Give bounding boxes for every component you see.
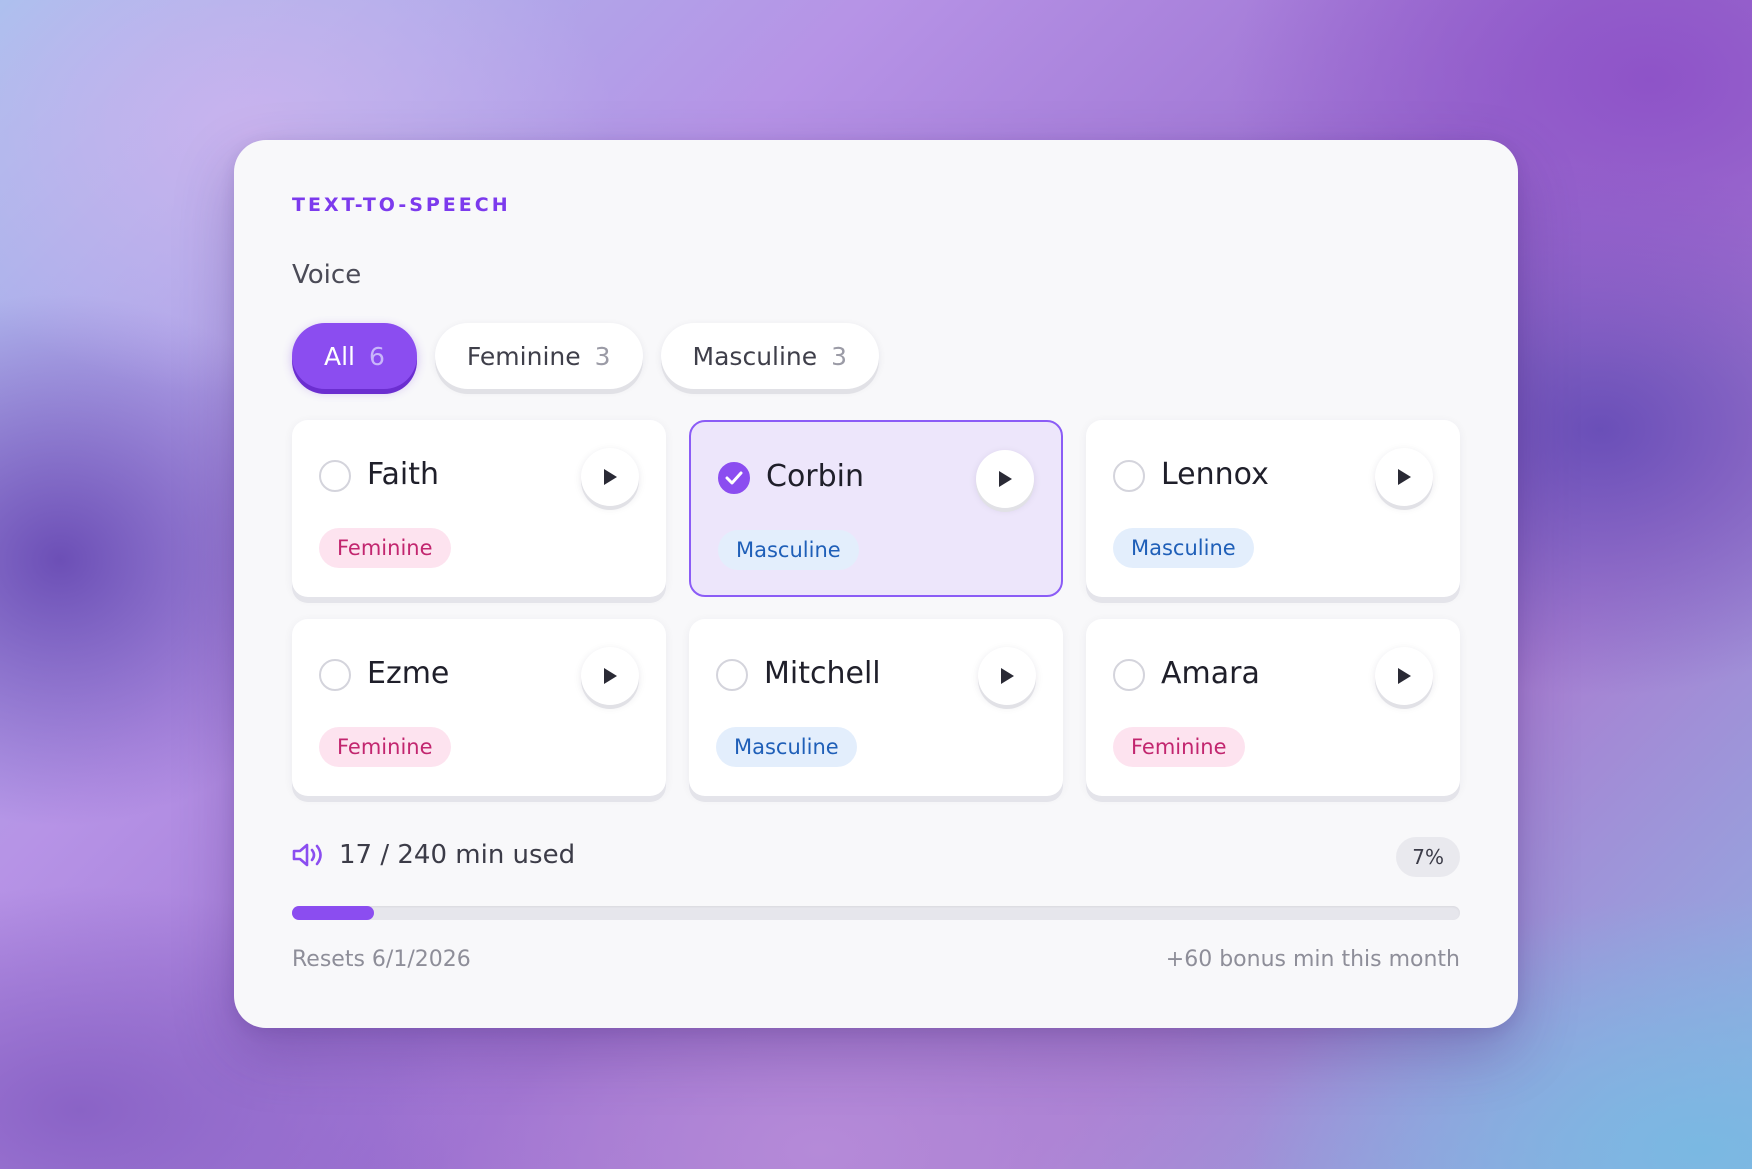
filter-chip-all[interactable]: All 6 — [292, 323, 417, 389]
voice-grid: Faith Feminine Corbin Masculine Lennox M… — [292, 420, 1460, 796]
play-icon — [999, 471, 1012, 487]
voice-card-mitchell[interactable]: Mitchell Masculine — [689, 619, 1063, 796]
voice-name: Mitchell — [764, 656, 881, 691]
voice-name: Ezme — [367, 656, 450, 691]
voice-tag: Masculine — [716, 727, 857, 767]
voice-card-amara[interactable]: Amara Feminine — [1086, 619, 1460, 796]
filter-chip-count: 3 — [831, 341, 848, 371]
play-preview-button[interactable] — [581, 448, 639, 506]
filter-chip-count: 3 — [594, 341, 611, 371]
filter-chip-masculine[interactable]: Masculine 3 — [660, 323, 880, 389]
filter-chip-feminine[interactable]: Feminine 3 — [434, 323, 643, 389]
speaker-icon — [291, 841, 325, 873]
voice-radio[interactable] — [718, 462, 750, 494]
voice-card-corbin[interactable]: Corbin Masculine — [689, 420, 1063, 597]
voice-filter-group: All 6 Feminine 3 Masculine 3 — [292, 323, 880, 389]
voice-radio[interactable] — [1113, 659, 1145, 691]
voice-radio[interactable] — [716, 659, 748, 691]
voice-radio[interactable] — [319, 460, 351, 492]
play-icon — [604, 668, 617, 684]
play-icon — [1001, 668, 1014, 684]
voice-name: Corbin — [766, 459, 865, 494]
play-preview-button[interactable] — [1375, 647, 1433, 705]
voice-card-faith[interactable]: Faith Feminine — [292, 420, 666, 597]
voice-card-lennox[interactable]: Lennox Masculine — [1086, 420, 1460, 597]
play-preview-button[interactable] — [976, 450, 1034, 508]
voice-tag: Feminine — [319, 727, 451, 767]
check-icon — [725, 471, 743, 485]
voice-section-label: Voice — [292, 260, 362, 290]
voice-name: Lennox — [1161, 457, 1269, 492]
reset-date-text: Resets 6/1/2026 — [292, 947, 471, 972]
usage-percent-badge: 7% — [1396, 837, 1460, 877]
voice-radio[interactable] — [319, 659, 351, 691]
usage-progress-fill — [292, 906, 374, 920]
filter-chip-label: All — [324, 341, 355, 371]
usage-summary: 17 / 240 min used — [339, 840, 576, 870]
play-icon — [1398, 668, 1411, 684]
usage-progress-bar — [292, 906, 1460, 920]
voice-tag: Feminine — [1113, 727, 1245, 767]
filter-chip-label: Masculine — [692, 341, 818, 371]
play-icon — [1398, 469, 1411, 485]
voice-name: Amara — [1161, 656, 1260, 691]
filter-chip-count: 6 — [369, 341, 385, 371]
panel-eyebrow: TEXT-TO-SPEECH — [292, 194, 511, 216]
play-preview-button[interactable] — [1375, 448, 1433, 506]
voice-tag: Masculine — [1113, 528, 1254, 568]
play-preview-button[interactable] — [581, 647, 639, 705]
text-to-speech-panel: TEXT-TO-SPEECH Voice All 6 Feminine 3 Ma… — [234, 140, 1518, 1028]
voice-name: Faith — [367, 457, 439, 492]
voice-radio[interactable] — [1113, 460, 1145, 492]
voice-card-ezme[interactable]: Ezme Feminine — [292, 619, 666, 796]
voice-tag: Masculine — [718, 530, 859, 570]
filter-chip-label: Feminine — [466, 341, 581, 371]
bonus-minutes-text: +60 bonus min this month — [1165, 947, 1460, 972]
voice-tag: Feminine — [319, 528, 451, 568]
play-icon — [604, 469, 617, 485]
play-preview-button[interactable] — [978, 647, 1036, 705]
